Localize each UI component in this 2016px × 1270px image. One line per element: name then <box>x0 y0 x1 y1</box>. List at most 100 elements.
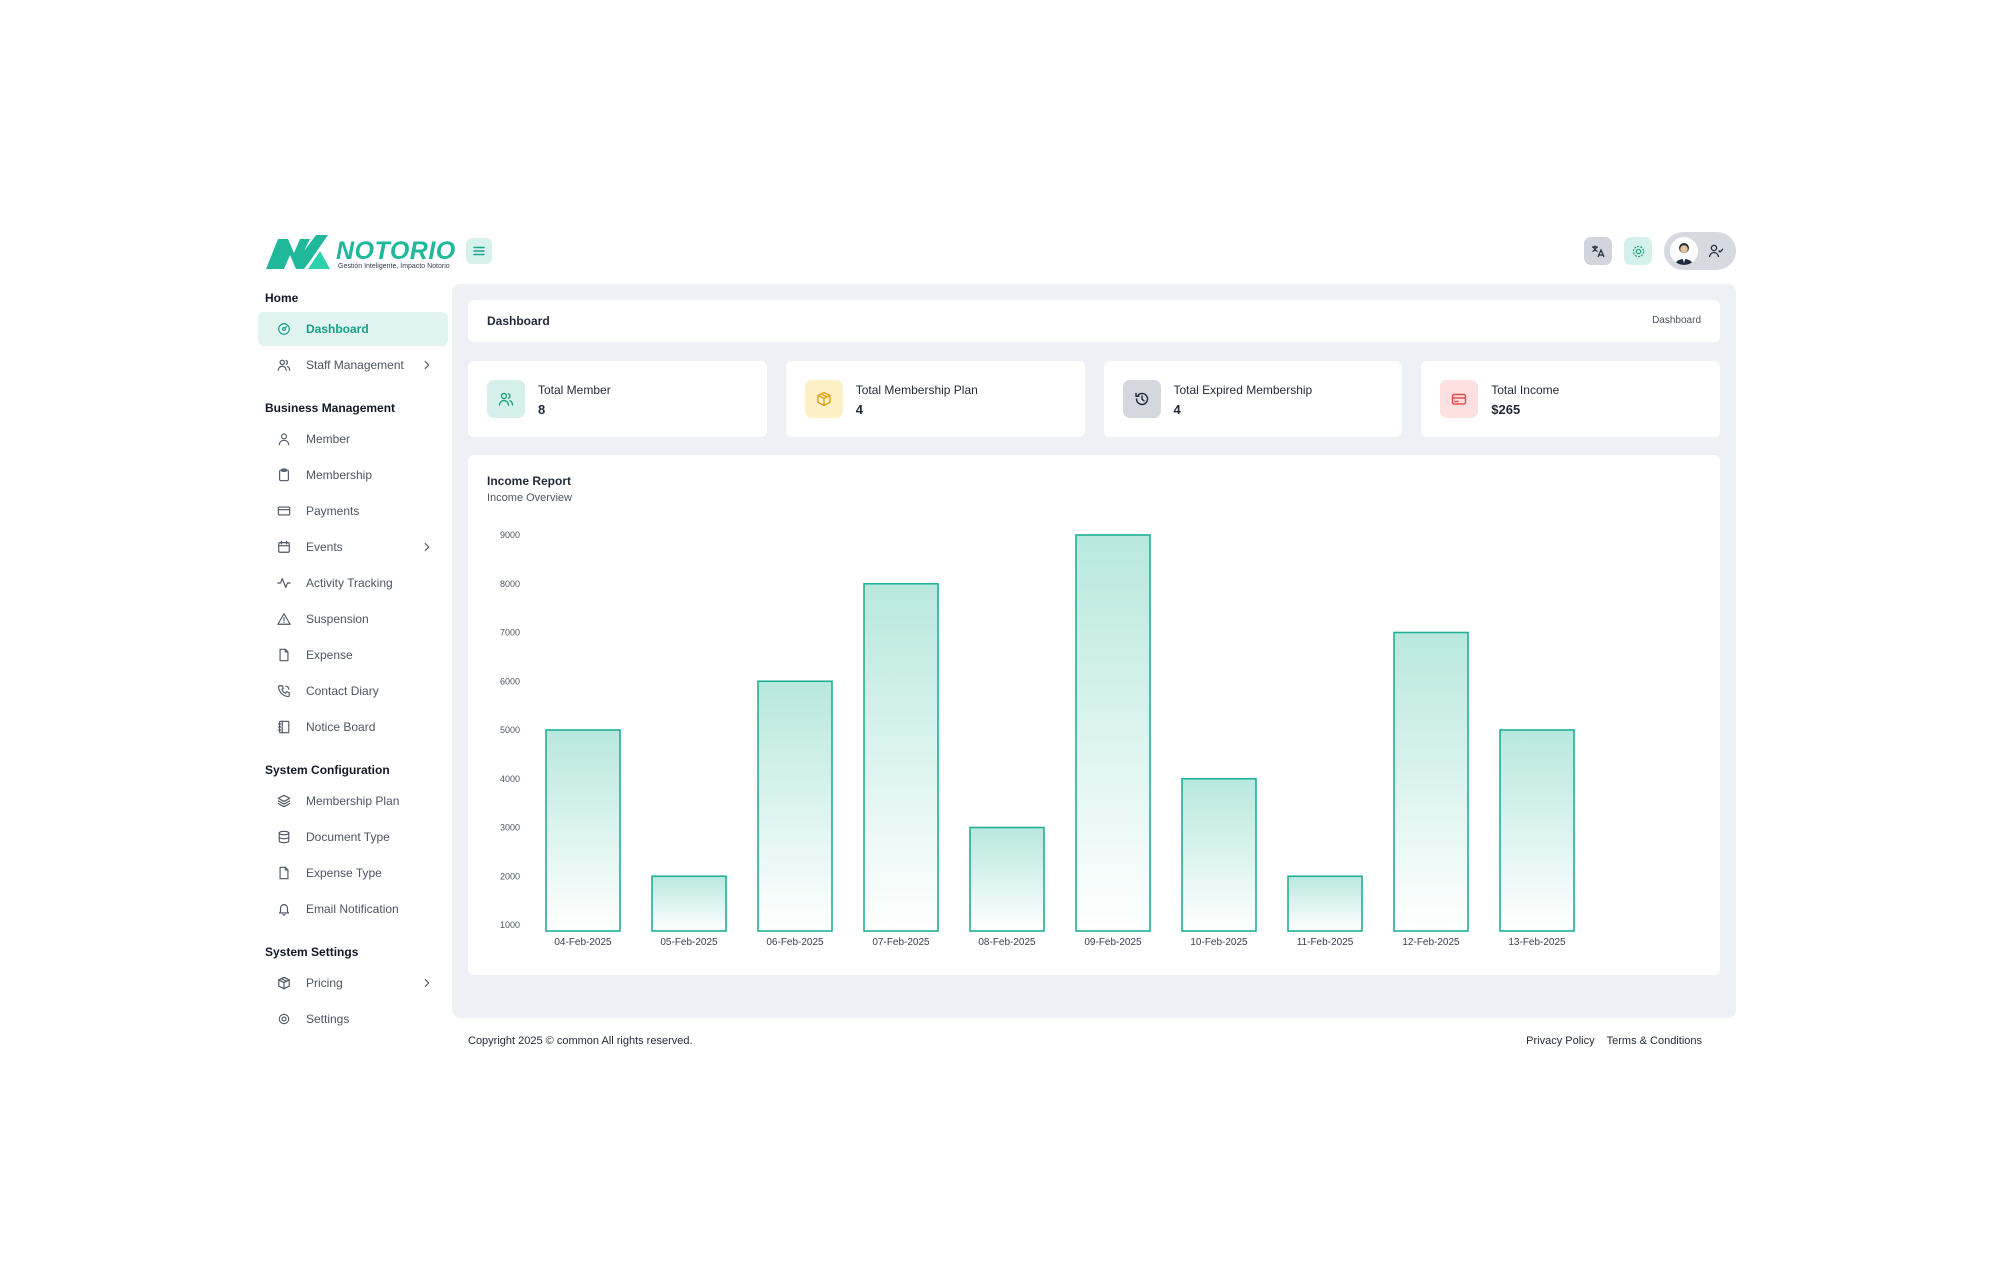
layers-icon <box>276 793 292 809</box>
users-icon <box>498 392 514 406</box>
sidebar-item-membership[interactable]: Membership <box>258 458 448 492</box>
sidebar-item-payments[interactable]: Payments <box>258 494 448 528</box>
stat-card-total-member: Total Member 8 <box>468 361 767 437</box>
x-tick-label: 05-Feb-2025 <box>660 937 718 948</box>
package-icon <box>817 391 831 407</box>
bar-10-Feb-2025[interactable] <box>1181 777 1257 932</box>
stat-value: 4 <box>855 402 863 417</box>
profile-menu[interactable] <box>1664 232 1736 270</box>
stats-row: Total Member 8 Total Membership Plan 4 Total… <box>468 361 1720 437</box>
calendar-icon <box>278 540 290 553</box>
sidebar-item-expense[interactable]: Expense <box>258 638 448 672</box>
clipboard-icon <box>279 468 289 482</box>
menu-toggle-button[interactable] <box>466 238 492 264</box>
copyright-text: Copyright 2025 © common All rights reser… <box>468 1035 693 1047</box>
bar-11-Feb-2025[interactable] <box>1287 875 1363 932</box>
bar-09-Feb-2025[interactable] <box>1075 534 1151 932</box>
page-title: Dashboard <box>487 314 550 328</box>
file-icon <box>276 647 292 663</box>
sidebar-section: System Settings Pricing Settings <box>258 942 448 1036</box>
y-tick-label: 8000 <box>500 579 520 589</box>
sidebar-item-expense-type[interactable]: Expense Type <box>258 856 448 890</box>
users-icon <box>277 359 291 371</box>
chevron-right-icon <box>420 358 434 372</box>
notebook-icon <box>276 719 292 735</box>
menu-icon <box>473 246 485 256</box>
bar-05-Feb-2025[interactable] <box>651 875 727 932</box>
sidebar-item-staff-management[interactable]: Staff Management <box>258 348 448 382</box>
x-tick-label: 09-Feb-2025 <box>1084 937 1142 948</box>
bar-04-Feb-2025[interactable] <box>545 729 621 932</box>
sidebar-item-dashboard[interactable]: Dashboard <box>258 312 448 346</box>
x-tick-label: 12-Feb-2025 <box>1402 937 1460 948</box>
bell-icon <box>276 901 292 917</box>
stat-value: $265 <box>1491 402 1521 417</box>
x-tick-label: 06-Feb-2025 <box>766 937 824 948</box>
terms-link[interactable]: Terms & Conditions <box>1607 1035 1702 1047</box>
package-icon <box>804 380 843 418</box>
bar-12-Feb-2025[interactable] <box>1393 631 1469 932</box>
top-bar: NOTORIO Gestión Inteligente, Impacto Not… <box>258 228 1736 272</box>
sidebar-item-label: Membership <box>306 468 373 482</box>
income-report-card: Income Report Income Overview 1000 2000 30… <box>468 455 1720 975</box>
chevron-right-icon <box>420 976 434 990</box>
users-icon <box>487 380 525 418</box>
brand-name: NOTORIO <box>336 237 456 265</box>
dashboard-icon <box>276 321 292 337</box>
sidebar-item-suspension[interactable]: Suspension <box>258 602 448 636</box>
sidebar-item-events[interactable]: Events <box>258 530 448 564</box>
phone-icon <box>277 685 290 698</box>
database-icon <box>278 830 290 844</box>
sidebar-item-label: Suspension <box>306 612 369 626</box>
sidebar-item-label: Member <box>306 432 351 446</box>
language-button[interactable] <box>1584 237 1612 265</box>
sidebar-item-activity-tracking[interactable]: Activity Tracking <box>258 566 448 600</box>
translate-icon <box>1592 245 1605 258</box>
package-icon <box>278 976 290 990</box>
bar-06-Feb-2025[interactable] <box>757 680 833 932</box>
sidebar-item-label: Staff Management <box>306 358 404 372</box>
sidebar-item-membership-plan[interactable]: Membership Plan <box>258 784 448 818</box>
y-tick-label: 2000 <box>500 871 520 881</box>
chevron-right-icon <box>424 978 430 988</box>
settings-button[interactable] <box>1624 237 1652 265</box>
calendar-icon <box>276 539 292 555</box>
sidebar-item-email-notification[interactable]: Email Notification <box>258 892 448 926</box>
sidebar-item-label: Membership Plan <box>306 794 400 808</box>
sidebar-item-notice-board[interactable]: Notice Board <box>258 710 448 744</box>
credit-card-icon <box>276 503 292 519</box>
clipboard-icon <box>276 467 292 483</box>
bar-13-Feb-2025[interactable] <box>1499 729 1575 932</box>
y-tick-label: 9000 <box>500 530 520 540</box>
sidebar-item-label: Document Type <box>306 830 390 844</box>
brand-tagline: Gestión Inteligente, Impacto Notorio <box>338 263 450 270</box>
logo-mark-icon <box>266 235 330 269</box>
privacy-policy-link[interactable]: Privacy Policy <box>1526 1035 1594 1047</box>
sidebar: Home Dashboard Staff Management Business Ma… <box>258 288 448 1052</box>
sidebar-item-pricing[interactable]: Pricing <box>258 966 448 1000</box>
notebook-icon <box>278 720 290 734</box>
sidebar-item-label: Expense Type <box>306 866 382 880</box>
bar-08-Feb-2025[interactable] <box>969 826 1045 932</box>
database-icon <box>276 829 292 845</box>
stat-label: Total Expired Membership <box>1173 383 1313 397</box>
user-icon <box>276 431 292 447</box>
sidebar-item-document-type[interactable]: Document Type <box>258 820 448 854</box>
sidebar-item-member[interactable]: Member <box>258 422 448 456</box>
stat-value: 8 <box>538 402 546 417</box>
sidebar-section-title: System Configuration <box>265 763 390 777</box>
user-icon <box>278 433 290 446</box>
sidebar-section-title: System Settings <box>265 945 359 959</box>
wallet-icon <box>1452 393 1467 405</box>
wallet-icon <box>1440 380 1479 418</box>
sidebar-item-contact-diary[interactable]: Contact Diary <box>258 674 448 708</box>
history-icon <box>1122 380 1161 418</box>
main-content: Dashboard Dashboard Total Member 8 Total M… <box>452 284 1736 1018</box>
brand-logo[interactable]: NOTORIO Gestión Inteligente, Impacto Not… <box>264 231 456 271</box>
sidebar-item-settings[interactable]: Settings <box>258 1002 448 1036</box>
chevron-right-icon <box>420 540 434 554</box>
y-tick-label: 5000 <box>500 725 520 735</box>
bar-07-Feb-2025[interactable] <box>863 582 939 932</box>
stat-card-total-membership-plan: Total Membership Plan 4 <box>785 361 1085 437</box>
breadcrumb-current[interactable]: Dashboard <box>1652 315 1701 326</box>
